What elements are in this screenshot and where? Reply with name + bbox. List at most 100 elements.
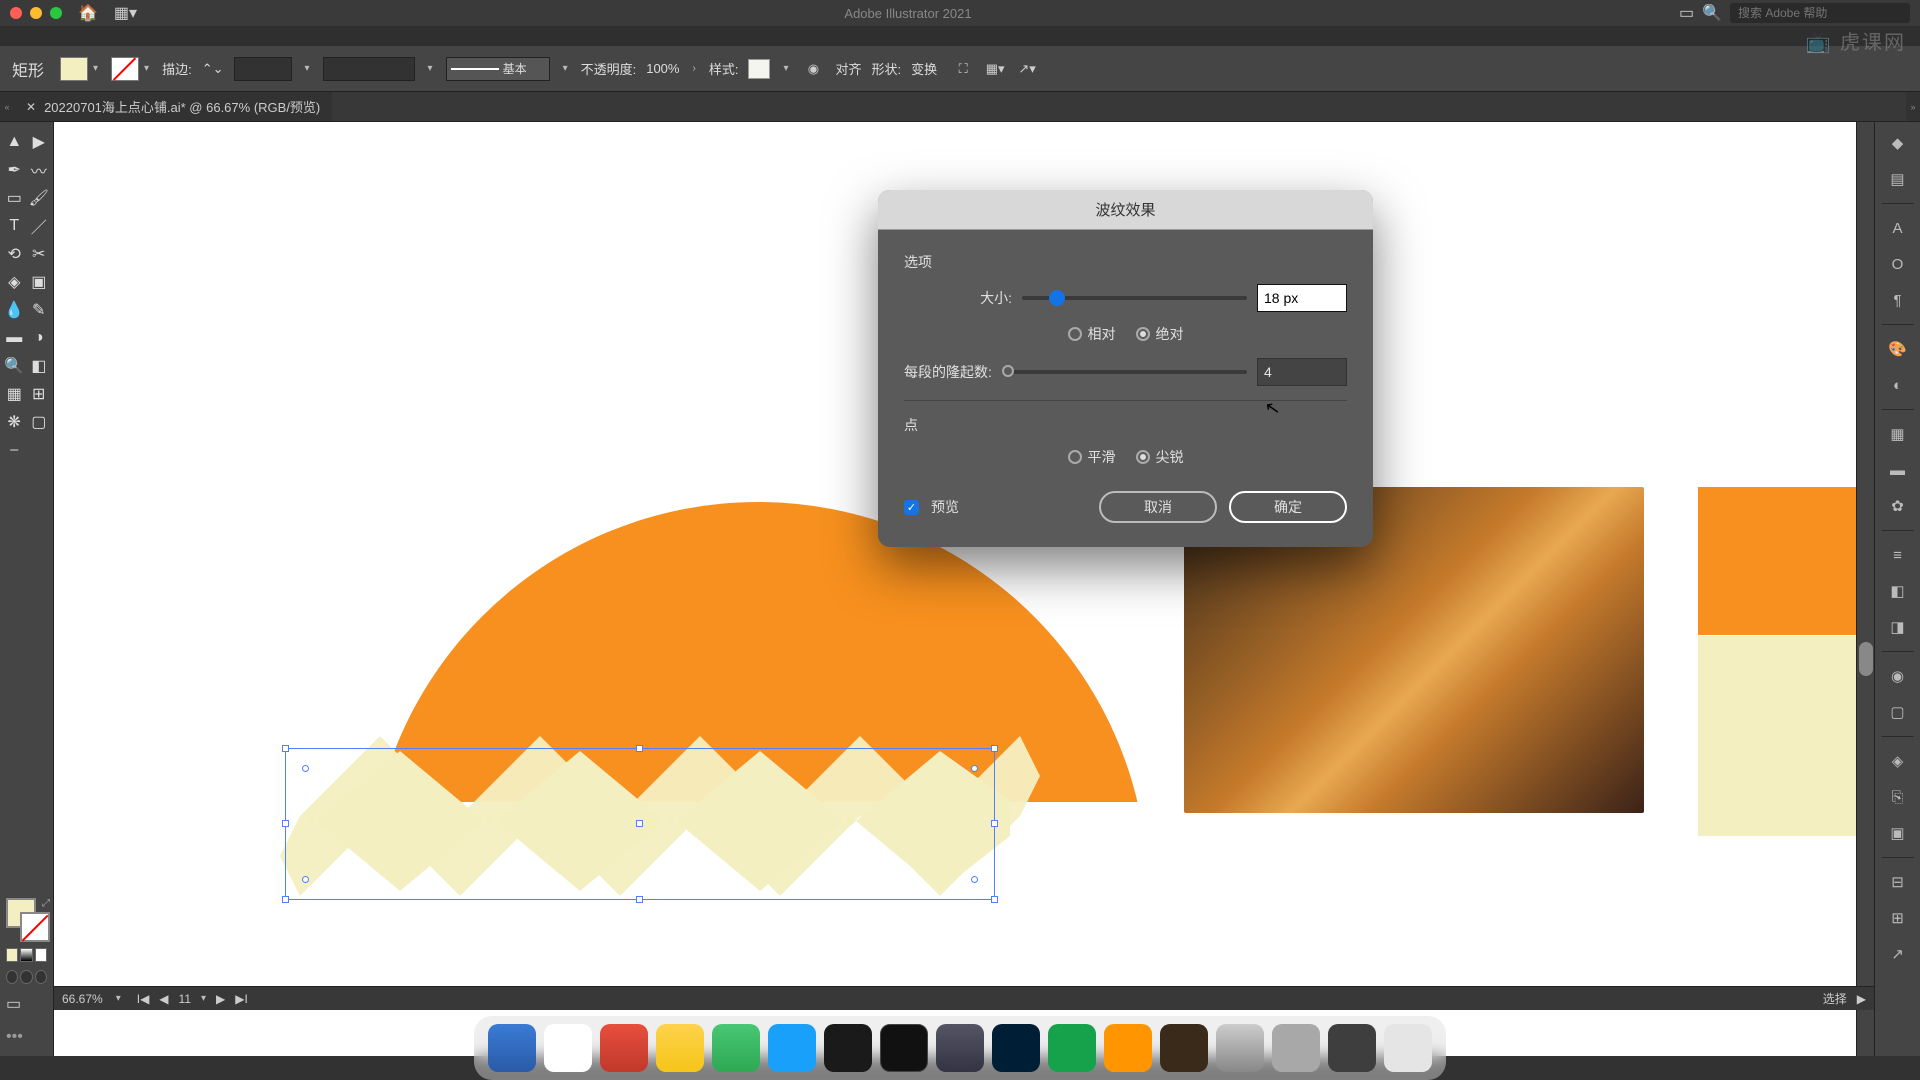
perspective-grid-tool[interactable]: ▦ [2,380,27,408]
resize-handle-e[interactable] [991,820,998,827]
align-panel-icon[interactable]: ⊟ [1882,867,1914,897]
scrollbar-thumb[interactable] [1859,642,1873,676]
artboards-panel-icon[interactable]: ▣ [1882,818,1914,848]
transparency-panel-icon[interactable]: ◨ [1882,612,1914,642]
color-guide-panel-icon[interactable]: ◐ [1882,370,1914,400]
smooth-radio[interactable]: 平滑 [1068,447,1116,467]
draw-behind-icon[interactable] [20,970,32,984]
opentype-panel-icon[interactable]: O [1882,249,1914,279]
align-to-icon[interactable]: ▦▾ [983,57,1007,81]
resize-handle-w[interactable] [282,820,289,827]
eyedropper-tool[interactable]: 💧 [2,296,27,324]
dock-app[interactable] [1104,1024,1152,1072]
dock-app[interactable] [1048,1024,1096,1072]
dock-app[interactable] [712,1024,760,1072]
fill-color-swatch[interactable] [60,57,88,81]
resize-handle-s[interactable] [636,896,643,903]
swap-fill-stroke-icon[interactable]: ⤢ [42,898,50,909]
rotate-tool[interactable]: ⟲ [2,240,27,268]
size-input[interactable] [1257,284,1347,312]
chevron-down-icon[interactable]: ▾ [302,63,313,74]
brush-definition[interactable]: 基本 [446,57,550,81]
brushes-panel-icon[interactable]: ▬ [1882,455,1914,485]
ok-button[interactable]: 确定 [1229,491,1347,523]
graphic-style-swatch[interactable] [748,59,770,79]
stroke-box[interactable] [20,912,50,942]
dock-app[interactable] [880,1024,928,1072]
last-artboard-icon[interactable]: ▶I [232,992,251,1006]
chevron-down-icon[interactable]: ▾ [90,63,101,74]
appearance-panel-icon[interactable]: ◉ [1882,661,1914,691]
relative-radio[interactable]: 相对 [1068,324,1116,344]
layers-panel-icon[interactable]: ◈ [1882,746,1914,776]
close-tab-icon[interactable]: ✕ [26,100,36,114]
paintbrush-tool[interactable]: 🖌 [27,184,52,212]
absolute-radio[interactable]: 绝对 [1136,324,1184,344]
workspace-switcher-icon[interactable]: ▭ [1679,3,1694,23]
gradient-tool[interactable]: ▬ [2,324,27,352]
transform-label[interactable]: 变换 [911,59,937,78]
rectangle-tool[interactable]: ▭ [2,184,27,212]
isolate-icon[interactable]: ⛶ [951,57,975,81]
dock-app-finder[interactable] [488,1024,536,1072]
zoom-level[interactable]: 66.67% [62,992,103,1006]
color-panel-icon[interactable]: 🎨 [1882,334,1914,364]
preview-checkbox[interactable]: ✓ [904,500,919,515]
size-slider[interactable] [1022,296,1247,300]
edit-toolbar-icon[interactable]: ••• [6,1028,47,1046]
dock-app[interactable] [1328,1024,1376,1072]
gradient-mode-icon[interactable] [20,948,32,962]
symbols-panel-icon[interactable]: ✿ [1882,491,1914,521]
chevron-down-icon[interactable]: ▾ [141,63,152,74]
ridges-slider[interactable] [1002,370,1247,374]
document-tab[interactable]: ✕ 20220701海上点心铺.ai* @ 66.67% (RGB/预览) [14,92,332,121]
chevron-down-icon[interactable]: ▾ [198,993,209,1004]
dock-app[interactable] [656,1024,704,1072]
corner-widget-ne[interactable] [971,765,978,772]
hscroll-right-icon[interactable]: ▶ [1857,992,1866,1006]
fill-color-control[interactable]: ▾ [60,57,101,81]
pen-tool[interactable]: ✒ [2,156,27,184]
stroke-weight-input[interactable] [234,57,292,81]
resize-handle-se[interactable] [991,896,998,903]
first-artboard-icon[interactable]: I◀ [134,992,153,1006]
corner-widget-sw[interactable] [302,876,309,883]
chevron-down-icon[interactable]: ▾ [113,993,124,1004]
color-picker[interactable]: ⤢ ▭ ••• [2,894,51,1050]
resize-handle-sw[interactable] [282,896,289,903]
dock-app[interactable] [768,1024,816,1072]
direct-selection-tool[interactable]: ▶ [27,128,52,156]
asset-export-panel-icon[interactable]: ⎘ [1882,782,1914,812]
type-tool[interactable]: T [2,212,27,240]
artboard-tool[interactable]: ▢ [27,408,52,436]
screen-mode-icon[interactable]: ▭ [6,994,47,1014]
maximize-window-button[interactable] [50,7,62,19]
variable-width-profile[interactable] [323,57,415,81]
transform-panel-icon[interactable]: ↗ [1882,939,1914,969]
none-mode-icon[interactable] [35,948,47,962]
dock-app[interactable] [1160,1024,1208,1072]
selection-tool[interactable]: ▲ [2,128,27,156]
corner-widget-nw[interactable] [302,765,309,772]
stroke-panel-icon[interactable]: ≡ [1882,540,1914,570]
width-tool[interactable]: ✎ [27,296,52,324]
resize-handle-n[interactable] [636,745,643,752]
arrange-docs-icon[interactable]: ▦▾ [114,3,137,23]
color-mode-icon[interactable] [6,948,18,962]
chevron-down-icon[interactable]: ▾ [780,63,791,74]
chevron-down-icon[interactable]: ▾ [425,63,436,74]
mesh-tool[interactable]: ⊞ [27,380,52,408]
graphic-styles-panel-icon[interactable]: ▢ [1882,697,1914,727]
collapse-right-button[interactable]: » [1906,92,1920,121]
line-segment-tool[interactable]: ／ [27,212,52,240]
slice-tool[interactable]: ⎯ [2,436,27,464]
dock-trash[interactable] [1384,1024,1432,1072]
selection-bounding-box[interactable] [285,748,995,900]
resize-handle-ne[interactable] [991,745,998,752]
help-search-input[interactable] [1730,3,1910,23]
dock-app[interactable] [544,1024,592,1072]
close-window-button[interactable] [10,7,22,19]
stroke-stepper-icon[interactable]: ⌃⌄ [202,61,224,77]
dock-app[interactable] [936,1024,984,1072]
dock-app-photoshop[interactable] [992,1024,1040,1072]
